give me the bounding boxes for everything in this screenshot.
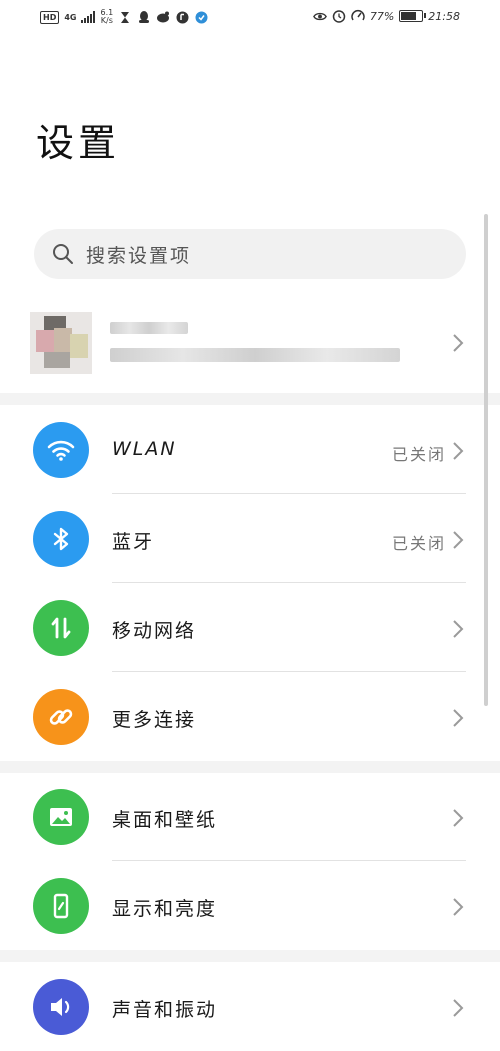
link-icon	[33, 689, 89, 745]
scrollbar[interactable]	[484, 214, 488, 706]
status-left: HD 4G 6.1 K/s	[40, 9, 208, 25]
alarm-icon	[332, 9, 346, 23]
music-app-icon	[175, 10, 189, 24]
account-row[interactable]	[0, 300, 500, 390]
hourglass-icon	[118, 10, 132, 24]
search-bar[interactable]: 搜索设置项	[34, 229, 466, 279]
app-notification-icon	[194, 10, 208, 24]
settings-item-mobile-network[interactable]: 移动网络	[0, 583, 500, 672]
eye-comfort-icon	[312, 9, 327, 23]
settings-item-bluetooth[interactable]: 蓝牙 已关闭	[0, 494, 500, 583]
page-title: 设置	[36, 121, 121, 165]
section-divider	[0, 950, 500, 962]
bluetooth-label: 蓝牙	[112, 531, 155, 553]
sound-label: 声音和振动	[112, 999, 218, 1021]
mobile-data-icon	[33, 600, 89, 656]
settings-item-wallpaper[interactable]: 桌面和壁纸	[0, 772, 500, 861]
charging-speed-icon	[351, 9, 365, 23]
settings-item-more-connections[interactable]: 更多连接	[0, 672, 500, 761]
sound-icon	[33, 979, 89, 1035]
signal-icon	[81, 11, 96, 23]
settings-item-wlan[interactable]: WLAN 已关闭	[0, 405, 500, 494]
wallpaper-icon	[33, 789, 89, 845]
chevron-right-icon	[453, 334, 464, 352]
bluetooth-status: 已关闭	[391, 534, 446, 553]
chevron-right-icon	[453, 620, 464, 638]
wlan-label: WLAN	[112, 438, 177, 460]
account-name-pixelated	[110, 322, 188, 334]
weibo-icon	[156, 10, 170, 24]
settings-item-sound[interactable]: 声音和振动	[0, 962, 500, 1051]
more-connections-label: 更多连接	[112, 709, 197, 731]
section-divider	[0, 393, 500, 405]
clock: 21:58	[428, 9, 460, 23]
net-speed: 6.1 K/s	[100, 9, 113, 25]
search-placeholder: 搜索设置项	[86, 244, 192, 267]
bluetooth-icon	[33, 511, 89, 567]
status-bar: HD 4G 6.1 K/s 77% 21:58	[0, 0, 500, 36]
display-icon	[33, 878, 89, 934]
network-type: 4G	[64, 12, 77, 22]
account-subtitle-pixelated	[110, 348, 400, 362]
avatar	[30, 312, 92, 374]
wifi-icon	[33, 422, 89, 478]
display-label: 显示和亮度	[112, 898, 218, 920]
qq-icon	[137, 10, 151, 24]
wallpaper-label: 桌面和壁纸	[112, 809, 218, 831]
search-icon	[53, 244, 73, 264]
chevron-right-icon	[453, 999, 464, 1017]
chevron-right-icon	[453, 442, 464, 460]
battery-percent: 77%	[369, 9, 395, 23]
chevron-right-icon	[453, 709, 464, 727]
mobile-network-label: 移动网络	[112, 620, 197, 642]
hd-badge: HD	[40, 10, 60, 24]
wlan-status: 已关闭	[391, 445, 446, 464]
settings-item-display[interactable]: 显示和亮度	[0, 861, 500, 950]
chevron-right-icon	[453, 809, 464, 827]
battery-icon	[399, 10, 427, 22]
chevron-right-icon	[453, 898, 464, 916]
chevron-right-icon	[453, 531, 464, 549]
net-speed-unit: K/s	[100, 16, 113, 25]
status-right: 77% 21:58	[312, 9, 460, 23]
